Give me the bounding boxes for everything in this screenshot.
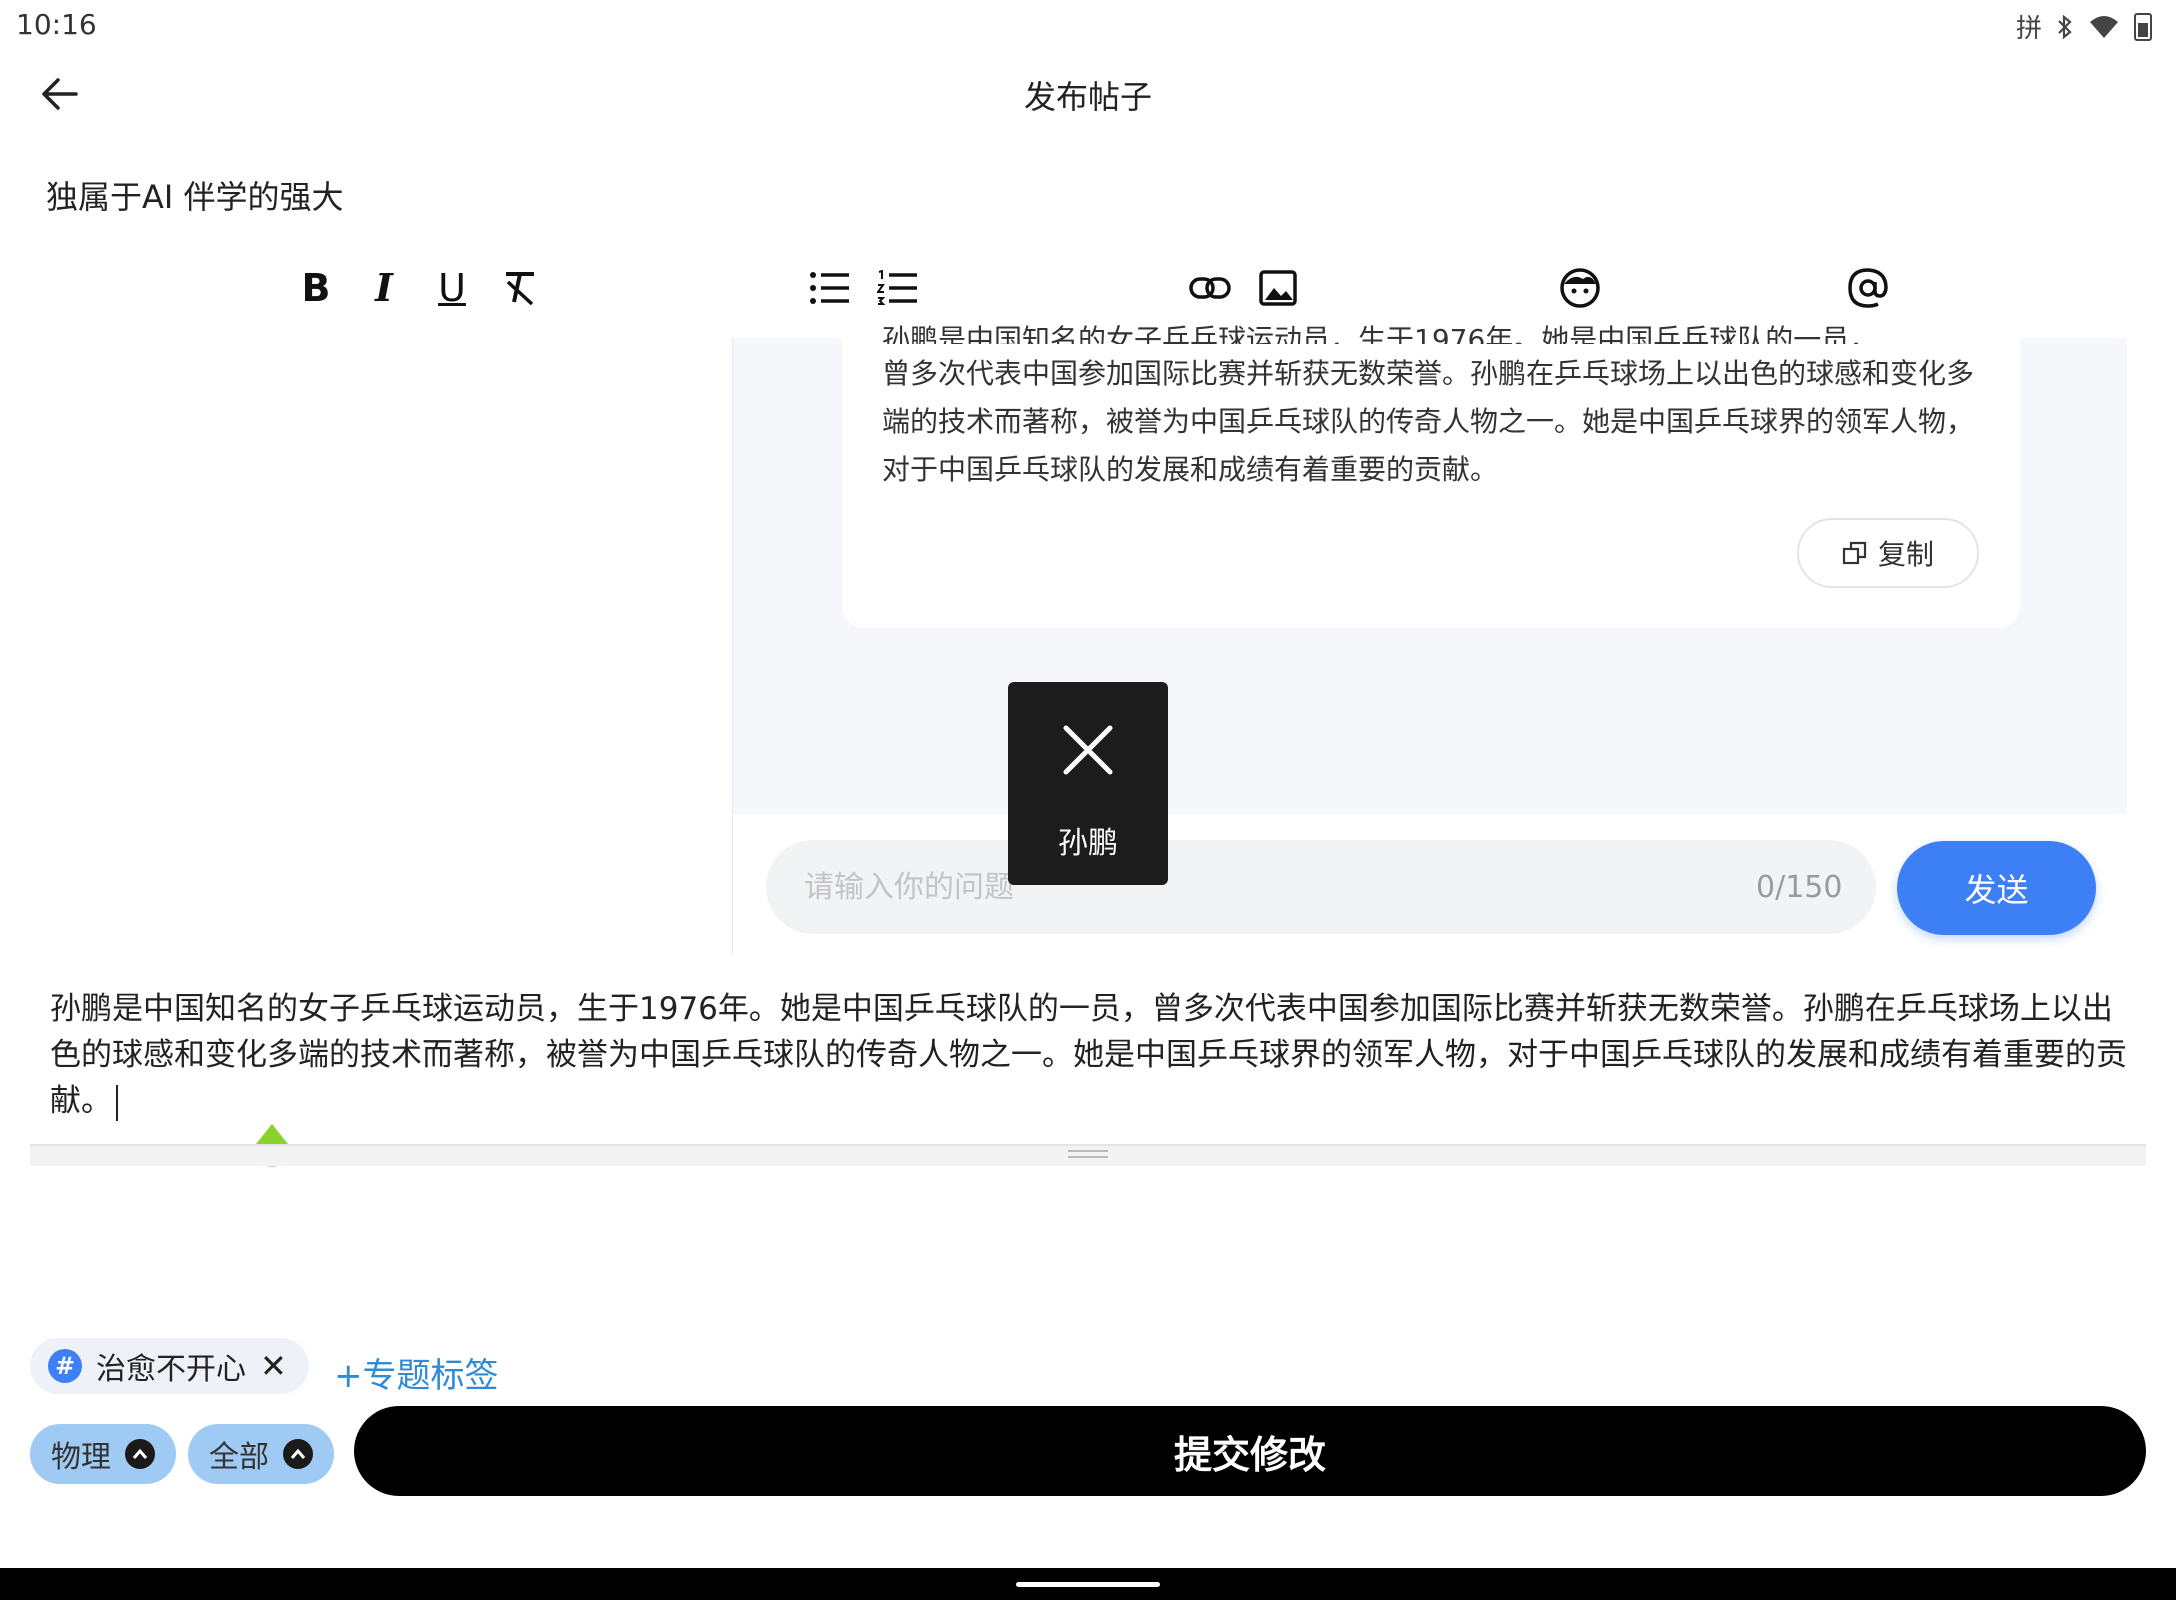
mention-icon	[1848, 268, 1888, 308]
copy-icon	[1842, 541, 1867, 565]
char-counter: 0/150	[1756, 870, 1843, 905]
home-indicator[interactable]	[1016, 1582, 1160, 1587]
underline-button[interactable]: U	[426, 262, 478, 314]
ai-answer-text: 曾多次代表中国参加国际比赛并斩获无数荣誉。孙鹏在乒乓球场上以出色的球感和变化多端…	[882, 357, 1975, 486]
post-content-text: 孙鹏是中国知名的女子乒乓球运动员，生于1976年。她是中国乒乓球队的一员，曾多次…	[50, 991, 2127, 1119]
link-button[interactable]	[1184, 262, 1236, 314]
clear-format-button[interactable]	[494, 262, 546, 314]
ime-indicator: 拼	[2015, 14, 2042, 44]
wifi-icon	[2090, 15, 2118, 38]
selection-popup: 孙鹏	[1008, 682, 1168, 885]
popup-label: 孙鹏	[1058, 826, 1118, 861]
clear-format-icon	[506, 272, 534, 306]
numbered-list-button[interactable]	[872, 262, 924, 314]
emoji-icon	[1560, 268, 1600, 308]
subject-selector[interactable]: 物理	[30, 1424, 176, 1484]
bullet-list-button[interactable]	[804, 262, 856, 314]
chevron-up-icon	[283, 1439, 313, 1469]
topic-tag-chip: # 治愈不开心 ✕	[30, 1338, 309, 1394]
battery-icon	[2134, 12, 2152, 41]
bullet-list-icon	[810, 272, 849, 304]
post-content-editor[interactable]: 孙鹏是中国知名的女子乒乓球运动员，生于1976年。她是中国乒乓球队的一员，曾多次…	[50, 986, 2130, 1124]
numbered-list-icon	[877, 270, 917, 305]
tag-remove-icon[interactable]: ✕	[260, 1347, 287, 1385]
status-time: 10:16	[16, 8, 97, 41]
chevron-up-icon	[125, 1439, 155, 1469]
hashtag-icon: #	[48, 1349, 82, 1383]
scope-selector[interactable]: 全部	[188, 1424, 334, 1484]
ai-question-input[interactable]	[766, 840, 1876, 934]
italic-button[interactable]: I	[358, 262, 410, 314]
status-icons: 拼	[2016, 8, 2152, 45]
tag-label: 治愈不开心	[96, 1352, 246, 1387]
copy-button[interactable]: 复制	[1797, 518, 1979, 588]
ai-answer-partial-line: 孙鹏是中国知名的女子乒乓球运动员，生于1976年。她是中国乒乓球队的一员，	[882, 323, 1878, 344]
scope-label: 全部	[209, 1440, 269, 1475]
drag-handle-icon	[1068, 1150, 1108, 1158]
page-title: 发布帖子	[1023, 78, 1152, 116]
submit-button[interactable]: 提交修改	[354, 1406, 2146, 1496]
underline-icon: U	[438, 266, 466, 310]
emoji-button[interactable]	[1554, 262, 1606, 314]
copy-label: 复制	[1877, 538, 1934, 571]
image-button[interactable]	[1252, 262, 1304, 314]
text-caret	[116, 1084, 118, 1121]
post-title[interactable]: 独属于AI 伴学的强大	[46, 172, 344, 218]
link-icon	[1189, 277, 1231, 299]
bold-icon: B	[301, 266, 331, 310]
bluetooth-icon	[2058, 14, 2072, 39]
close-icon[interactable]	[1060, 722, 1116, 778]
image-icon	[1259, 270, 1297, 306]
mention-button[interactable]	[1842, 262, 1894, 314]
bold-button[interactable]: B	[290, 262, 342, 314]
send-button[interactable]: 发送	[1897, 841, 2096, 935]
subject-label: 物理	[51, 1440, 111, 1475]
add-topic-tag-button[interactable]: +专题标签	[334, 1348, 499, 1397]
italic-icon: I	[375, 265, 393, 310]
